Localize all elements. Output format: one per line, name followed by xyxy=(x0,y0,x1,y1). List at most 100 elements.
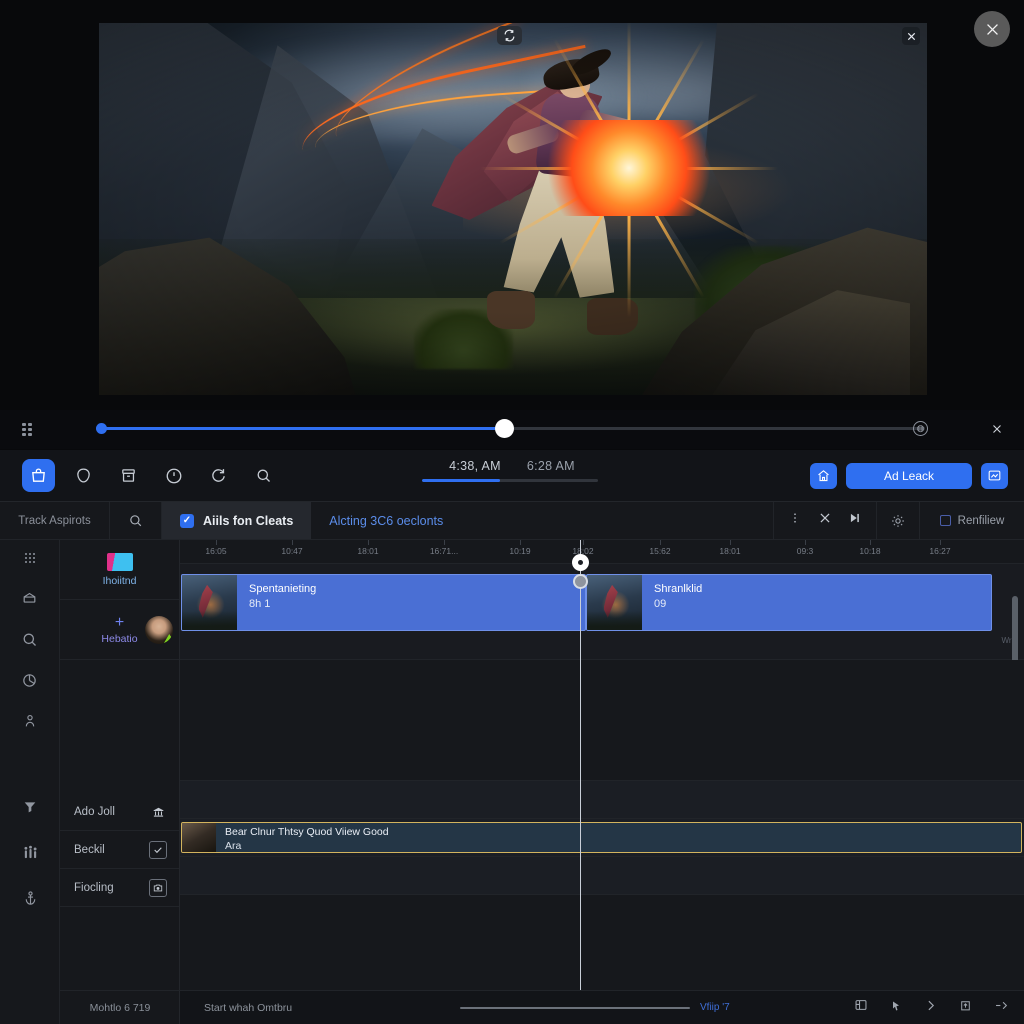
scrubber-start-handle[interactable] xyxy=(96,423,107,434)
search-icon xyxy=(257,469,270,482)
drag-grip-icon[interactable] xyxy=(22,423,35,436)
shape-icon xyxy=(77,468,90,483)
clip-title: Bear Clnur Thtsy Quod Viiew Good xyxy=(225,826,389,838)
toolbar-progress-track[interactable] xyxy=(422,479,598,482)
timeline-track-tail[interactable] xyxy=(180,895,1024,998)
rail-person-button[interactable] xyxy=(22,713,38,734)
timer-icon xyxy=(166,468,181,483)
rail-chart-button[interactable] xyxy=(21,672,38,694)
timeline-clip-1[interactable]: Shranlklid 09 xyxy=(586,574,992,631)
checkbox-checked-icon-wrap[interactable] xyxy=(149,840,167,859)
track-header-row-0[interactable]: Ado Joll xyxy=(60,793,179,831)
scrubber-close-button[interactable] xyxy=(988,420,1006,438)
rail-anchor-button[interactable] xyxy=(22,890,39,912)
upload-icon xyxy=(961,1000,970,1010)
timeline-area[interactable]: 16:05 10:47 18:01 16:71... 10:19 18:02 1… xyxy=(180,540,1024,1024)
export-image-button[interactable] xyxy=(981,462,1008,489)
timeline-clip-selected[interactable]: Bear Clnur Thtsy Quod Viiew Good Ara xyxy=(181,822,1022,853)
timeline-track-row-2[interactable] xyxy=(180,857,1024,895)
tool-archive-button[interactable] xyxy=(112,459,145,492)
tab-close-button[interactable] xyxy=(818,511,832,530)
status-icon-group xyxy=(854,998,1010,1017)
tab-aiils-fon-cleats[interactable]: ✓ Aiils fon Cleats xyxy=(162,502,312,539)
home-button[interactable] xyxy=(809,462,837,489)
rail-filter-button[interactable] xyxy=(22,799,38,820)
tool-shape-button[interactable] xyxy=(67,459,100,492)
skip-forward-button[interactable] xyxy=(848,511,862,530)
track-header-media[interactable]: Ihoiitnd xyxy=(60,540,179,600)
collapse-button[interactable] xyxy=(994,999,1010,1017)
rail-bottom-group xyxy=(0,799,60,912)
status-link[interactable]: Vfiip '7 xyxy=(700,1002,730,1013)
ruler-tick: 10:47 xyxy=(281,546,303,556)
preview-loop-badge[interactable] xyxy=(497,26,522,45)
filter-icon xyxy=(24,802,36,813)
ruler-tick: 16:71... xyxy=(429,546,459,556)
tool-refresh-button[interactable] xyxy=(202,459,235,492)
primary-action-button[interactable]: Ad Leack xyxy=(845,462,972,489)
camera-icon-wrap[interactable] xyxy=(149,878,167,897)
refresh-icon xyxy=(212,469,225,482)
playhead-secondary-knob[interactable] xyxy=(573,574,588,589)
toolbar-actions: Ad Leack xyxy=(809,462,1008,489)
tab-label: Aiils fon Cleats xyxy=(203,513,294,528)
panel-tabstrip: Track Aspirots ✓ Aiils fon Cleats Alctin… xyxy=(0,502,1024,540)
track-headers-footer: Mohtlo 6 719 xyxy=(60,990,180,1024)
tool-bag-button[interactable] xyxy=(22,459,55,492)
person-icon xyxy=(25,714,34,727)
timeline-playhead[interactable] xyxy=(572,540,589,990)
camera-icon xyxy=(153,884,163,891)
track-header-label: Ado Joll xyxy=(74,805,115,818)
track-header-add[interactable]: + Hebatio xyxy=(60,600,179,660)
timeline-clip-0[interactable]: Spentanieting 8h 1 xyxy=(181,574,586,631)
layout-button[interactable] xyxy=(854,998,868,1017)
building-icon[interactable] xyxy=(149,803,167,821)
status-progress-bar[interactable] xyxy=(460,1006,690,1009)
app-root: ◍ 4:38, AM 6:28 AM Ad Leack Track Aspiro… xyxy=(0,0,1024,1024)
upload-button[interactable] xyxy=(959,999,972,1017)
ruler-tick: 18:01 xyxy=(719,546,741,556)
preview-close-chip[interactable] xyxy=(902,27,920,45)
timeline-track-empty[interactable] xyxy=(180,660,1024,781)
rail-top-group xyxy=(0,540,59,734)
editor-toolbar: 4:38, AM 6:28 AM Ad Leack xyxy=(0,450,1024,502)
rail-equalizer-button[interactable] xyxy=(22,844,39,866)
ruler-tick: 16:27 xyxy=(929,546,951,556)
close-icon xyxy=(993,425,1001,433)
timeline-track-main[interactable]: Spentanieting 8h 1 Shranlklid 09 Wr1 xyxy=(180,564,1024,681)
tab-label: Alcting 3C6 oeclonts xyxy=(329,513,444,528)
rail-grid-button[interactable] xyxy=(22,550,38,571)
settings-button[interactable] xyxy=(876,502,920,539)
ruler-tick: 10:18 xyxy=(859,546,881,556)
cursor-button[interactable] xyxy=(890,999,902,1017)
tool-search-button[interactable] xyxy=(247,459,280,492)
chevron-right-icon xyxy=(928,1000,935,1010)
tab-alcting-oeclonts[interactable]: Alcting 3C6 oeclonts xyxy=(311,502,461,539)
home-icon xyxy=(818,470,829,482)
tool-timer-button[interactable] xyxy=(157,459,190,492)
track-header-row-1[interactable]: Beckil xyxy=(60,831,179,869)
playhead-knob[interactable] xyxy=(572,554,589,571)
review-toggle[interactable]: Renfiliew xyxy=(920,502,1024,539)
rail-library-button[interactable] xyxy=(21,590,38,612)
cursor-icon xyxy=(893,1001,899,1010)
timeline-ruler[interactable]: 16:05 10:47 18:01 16:71... 10:19 18:02 1… xyxy=(180,540,1024,564)
next-button[interactable] xyxy=(924,999,937,1017)
user-avatar[interactable] xyxy=(145,616,173,644)
toolbar-progress-fill xyxy=(422,479,500,482)
track-header-label: Ihoiitnd xyxy=(102,574,137,587)
rail-search-button[interactable] xyxy=(21,631,38,653)
panel-search-button[interactable] xyxy=(110,502,162,539)
timeline-track-row-0[interactable] xyxy=(180,781,1024,819)
clip-thumbnail xyxy=(182,823,216,852)
timeline-track-row-1[interactable]: Bear Clnur Thtsy Quod Viiew Good Ara xyxy=(180,819,1024,857)
preview-video-frame[interactable] xyxy=(99,23,927,395)
more-vertical-button[interactable] xyxy=(788,511,802,530)
scrubber-knob[interactable] xyxy=(495,419,514,438)
scrubber-end-handle[interactable]: ◍ xyxy=(913,421,928,436)
tab-checkbox[interactable]: ✓ xyxy=(180,513,194,528)
grid-icon xyxy=(24,553,35,563)
search-icon xyxy=(23,633,36,646)
track-header-row-2[interactable]: Fiocling xyxy=(60,869,179,907)
modal-close-button[interactable] xyxy=(974,11,1010,47)
